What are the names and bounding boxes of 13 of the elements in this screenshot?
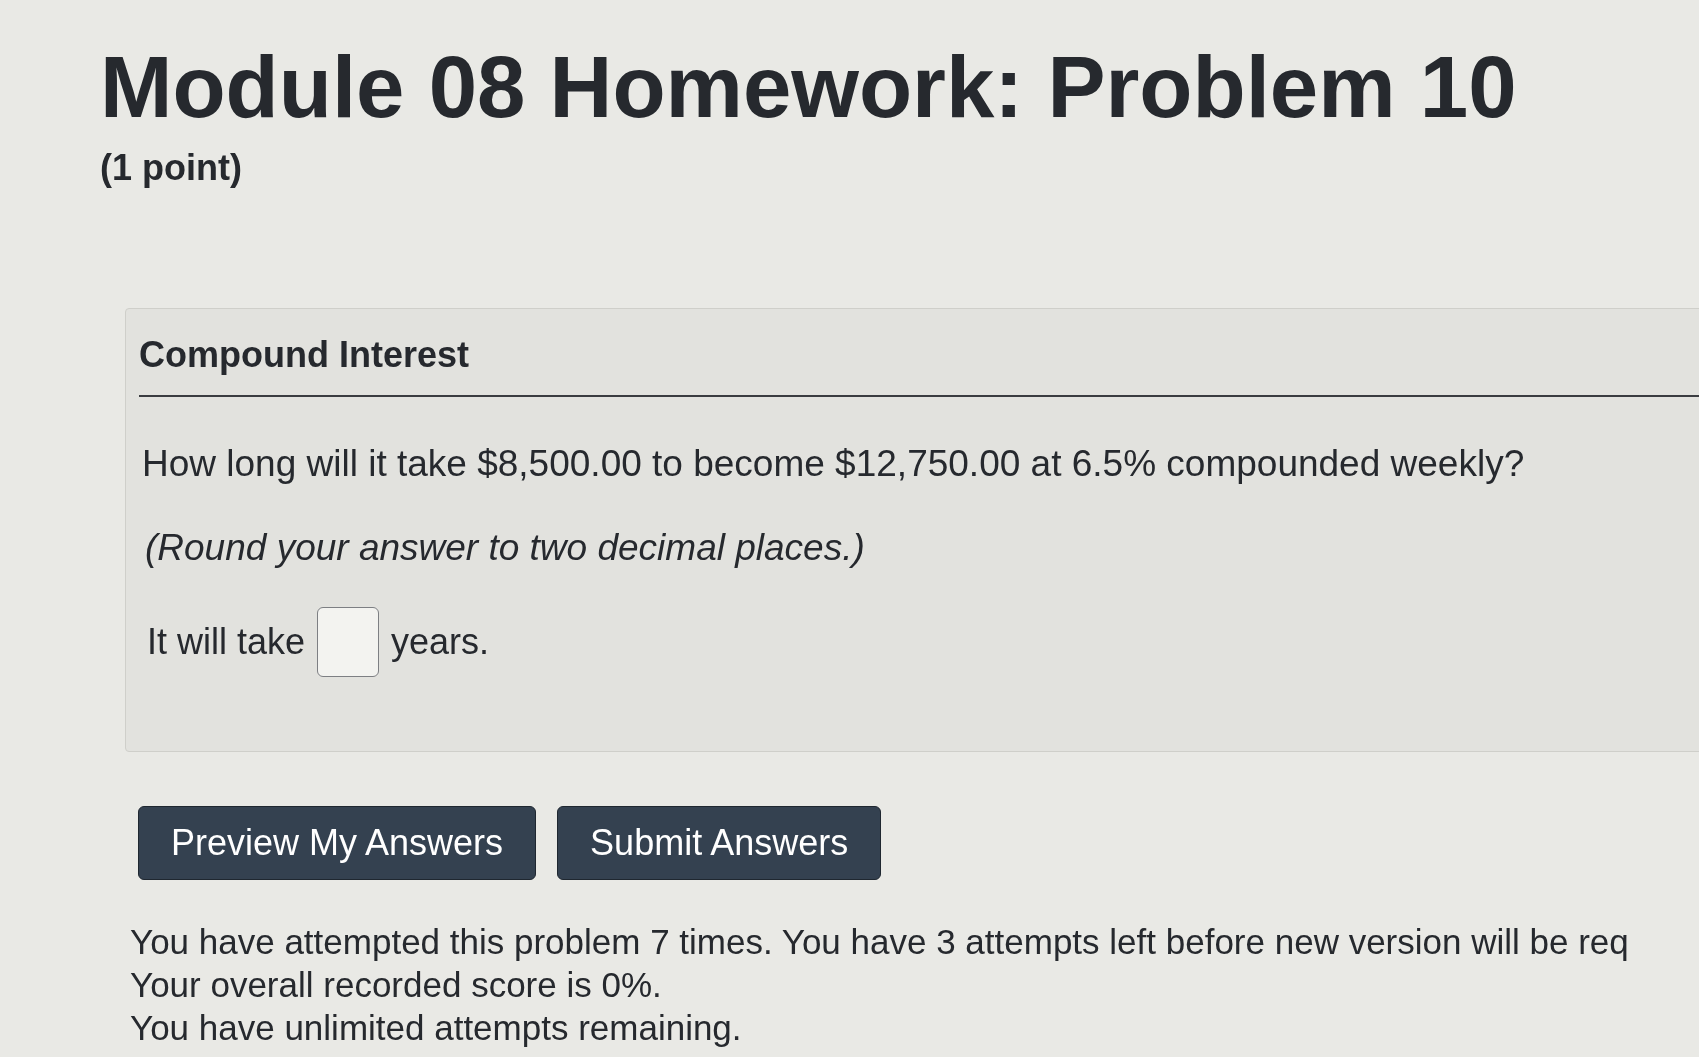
attempt-status-text: You have unlimited attempts remaining.: [130, 1007, 742, 1049]
section-heading: Compound Interest: [139, 335, 469, 375]
attempt-status-text: You have attempted this problem 7 times. You have 3 attempts left before new version will be req: [130, 921, 1629, 963]
answer-prefix: It will take: [147, 621, 306, 663]
points-label: (1 point): [100, 148, 242, 188]
submit-answers-button[interactable]: Submit Answers: [557, 806, 882, 880]
answer-box[interactable]: [317, 607, 380, 677]
attempt-status-text: Your overall recorded score is 0%.: [130, 964, 662, 1006]
rounding-instruction: (Round your answer to two decimal places.): [145, 527, 865, 569]
answer-suffix: years.: [391, 621, 490, 663]
page-title: Module 08 Homework: Problem 10: [100, 44, 1517, 130]
preview-answers-button[interactable]: Preview My Answers: [138, 806, 537, 880]
question-text: How long will it take $8,500.00 to become $12,750.00 at 6.5% compounded weekly?: [142, 443, 1525, 485]
